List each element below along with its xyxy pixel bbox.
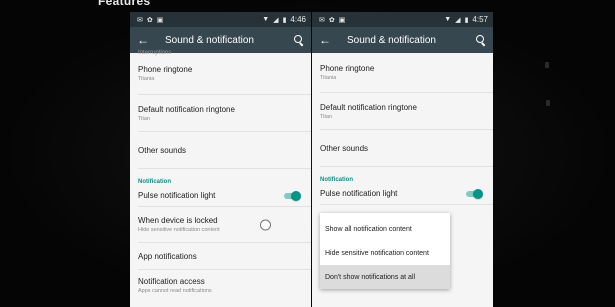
signal-icon: ◢ — [455, 16, 461, 24]
default-notification-ringtone-row[interactable]: Default notification ringtone Titan — [320, 93, 493, 130]
left-phone-screen: ✉ ✿ ▣ ▼ ◢ ▮ 4:46 ← Sound & notification … — [130, 12, 311, 307]
battery-icon: ▮ — [282, 16, 287, 24]
row-title: Phone ringtone — [138, 65, 193, 74]
right-phone-screen: ✉ ✿ ▣ ▼ ◢ ▮ 4:57 ← Sound & notification … — [312, 12, 493, 307]
app-notifications-row[interactable]: App notifications — [138, 243, 311, 270]
page-title: Sound & notification — [347, 34, 436, 46]
row-title: Other sounds — [138, 145, 187, 155]
phone-ringtone-row[interactable]: Phone ringtone Titania — [320, 53, 493, 93]
status-bar: ✉ ✿ ▣ ▼ ◢ ▮ 4:46 — [130, 12, 311, 27]
page-title: Sound & notification — [165, 34, 254, 46]
sync-icon: ✿ — [328, 16, 335, 24]
back-arrow-icon[interactable]: ← — [319, 34, 333, 46]
status-time: 4:46 — [290, 15, 306, 24]
phone-ringtone-row[interactable]: Phone ringtone Titania — [138, 53, 311, 95]
row-title: Other sounds — [320, 143, 369, 153]
row-title: App notifications — [138, 251, 197, 261]
header-fragment: Features — [98, 0, 151, 8]
toggle-thumb — [291, 190, 301, 201]
back-arrow-icon[interactable]: ← — [137, 34, 151, 46]
bezel-mark — [546, 100, 550, 106]
option-hide-sensitive[interactable]: Hide sensitive notification content — [320, 241, 450, 265]
camera-icon: ▣ — [338, 16, 346, 24]
row-subtitle: Titania — [138, 76, 155, 82]
notification-section-header-row: Notification — [138, 169, 311, 185]
option-dont-show[interactable]: Don't show notifications at all — [320, 265, 450, 289]
toggle-thumb — [473, 188, 483, 199]
pulse-notification-light-row[interactable]: Pulse notification light — [138, 185, 311, 207]
pulse-notification-light-row[interactable]: Pulse notification light — [320, 183, 493, 205]
other-sounds-row[interactable]: Other sounds — [138, 132, 311, 169]
camera-icon: ▣ — [156, 16, 164, 24]
row-title: Default notification ringtone — [320, 102, 417, 112]
search-icon[interactable] — [294, 35, 304, 45]
status-bar: ✉ ✿ ▣ ▼ ◢ ▮ 4:57 — [312, 12, 493, 27]
row-subtitle: Titan — [138, 115, 151, 122]
notification-access-row[interactable]: Notification access Apps cannot read not… — [138, 270, 311, 300]
notification-section-header-row: Notification — [320, 167, 493, 183]
option-show-all[interactable]: Show all notification content — [320, 217, 450, 241]
pulse-light-toggle[interactable] — [283, 190, 301, 201]
row-title: Phone ringtone — [320, 64, 375, 73]
row-subtitle: Hide sensitive notification content — [138, 227, 220, 233]
sync-icon: ✿ — [146, 16, 153, 24]
app-toolbar: ← Sound & notification — [312, 27, 493, 53]
battery-icon: ▮ — [464, 16, 469, 24]
notification-icon: ✉ — [137, 16, 143, 24]
bezel-mark — [545, 62, 549, 68]
search-icon[interactable] — [476, 35, 486, 45]
ripple-indicator — [260, 219, 271, 230]
row-subtitle: Apps cannot read notifications — [138, 287, 212, 294]
wifi-icon: ▼ — [262, 16, 270, 23]
other-sounds-row[interactable]: Other sounds — [320, 130, 493, 167]
status-time: 4:57 — [472, 15, 488, 24]
signal-icon: ◢ — [273, 16, 279, 24]
screenshot-stage: Features ✉ ✿ ▣ ▼ ◢ ▮ 4:46 ← Sound & noti… — [0, 0, 615, 307]
row-title: Notification access — [138, 276, 205, 286]
settings-list: Interruptions Phone ringtone Titania Def… — [130, 50, 311, 300]
wifi-icon: ▼ — [444, 16, 452, 23]
row-subtitle: Titania — [320, 75, 337, 81]
lockscreen-options-popup: Show all notification content Hide sensi… — [320, 213, 450, 289]
row-title: Default notification ringtone — [138, 104, 235, 114]
row-title: When device is locked — [138, 216, 218, 225]
default-notification-ringtone-row[interactable]: Default notification ringtone Titan — [138, 95, 311, 132]
notification-icon: ✉ — [319, 16, 325, 24]
when-device-locked-row[interactable]: When device is locked Hide sensitive not… — [138, 207, 311, 243]
row-subtitle: Titan — [320, 113, 333, 120]
pulse-light-toggle[interactable] — [465, 188, 483, 199]
